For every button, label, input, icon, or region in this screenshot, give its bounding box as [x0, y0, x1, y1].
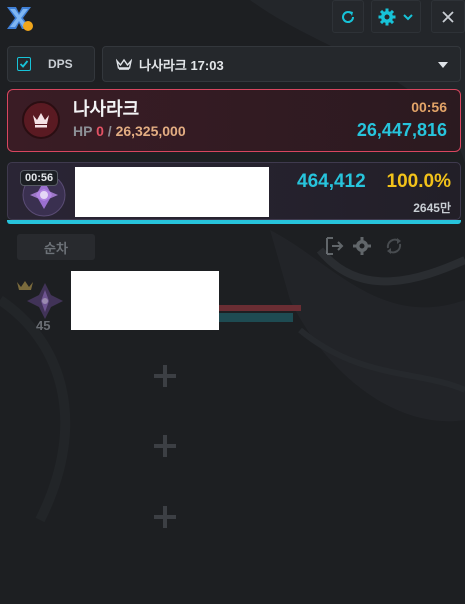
settings-button[interactable]	[371, 0, 421, 33]
add-slot-icon[interactable]	[150, 361, 180, 391]
gear-icon	[378, 8, 396, 25]
boss-name: 나사라크	[73, 99, 140, 119]
redacted-party-name	[71, 271, 219, 330]
hp-current: 0	[96, 123, 104, 139]
player-card[interactable]: 00:56 464,412 100.0% 2645만	[7, 162, 461, 220]
swap-icon[interactable]	[384, 236, 404, 261]
close-icon	[442, 10, 454, 23]
raid-select[interactable]: 나사라크 17:03	[102, 46, 461, 82]
hp-max: 26,325,000	[115, 123, 186, 139]
raid-select-value: 나사라크 17:03	[139, 57, 224, 73]
dps-label: DPS	[48, 57, 73, 71]
boss-hp: HP 0 / 26,325,000	[73, 123, 186, 139]
boss-elapsed-time: 00:56	[411, 99, 447, 115]
caret-down-icon	[438, 62, 448, 68]
boss-crown-icon	[22, 101, 60, 139]
boss-total-damage: 26,447,816	[356, 120, 447, 140]
refresh-icon	[342, 10, 355, 23]
chevron-down-icon	[403, 13, 413, 20]
gear-icon[interactable]	[352, 236, 372, 261]
player-percent: 100.0%	[386, 171, 451, 192]
hp-separator: /	[107, 123, 112, 139]
player-time-badge: 00:56	[20, 170, 59, 186]
check-icon	[19, 60, 29, 68]
party-class-emblem-icon	[24, 280, 66, 322]
player-dps: 464,412	[297, 171, 366, 192]
add-slot-icon[interactable]	[150, 431, 180, 461]
add-slot-icon[interactable]	[150, 502, 180, 532]
dps-toggle[interactable]: DPS	[7, 46, 95, 82]
redacted-player-name	[75, 167, 269, 217]
dps-checkbox[interactable]	[17, 57, 31, 71]
crown-icon	[116, 58, 132, 70]
hp-label: HP	[73, 123, 93, 139]
app-logo-icon[interactable]	[4, 3, 34, 33]
close-button[interactable]	[431, 0, 465, 33]
title-bar	[0, 0, 465, 36]
party-bar-teal	[219, 313, 293, 322]
sort-tab[interactable]: 순차	[17, 234, 95, 260]
boss-card[interactable]: 나사라크 HP 0 / 26,325,000 00:56 26,447,816	[7, 89, 461, 152]
player-damage-bar	[7, 220, 461, 224]
refresh-button[interactable]	[332, 0, 364, 33]
exit-icon[interactable]	[324, 236, 344, 261]
party-bar-red	[219, 305, 301, 311]
player-total-damage: 2645만	[413, 201, 451, 215]
party-level: 45	[36, 318, 51, 333]
